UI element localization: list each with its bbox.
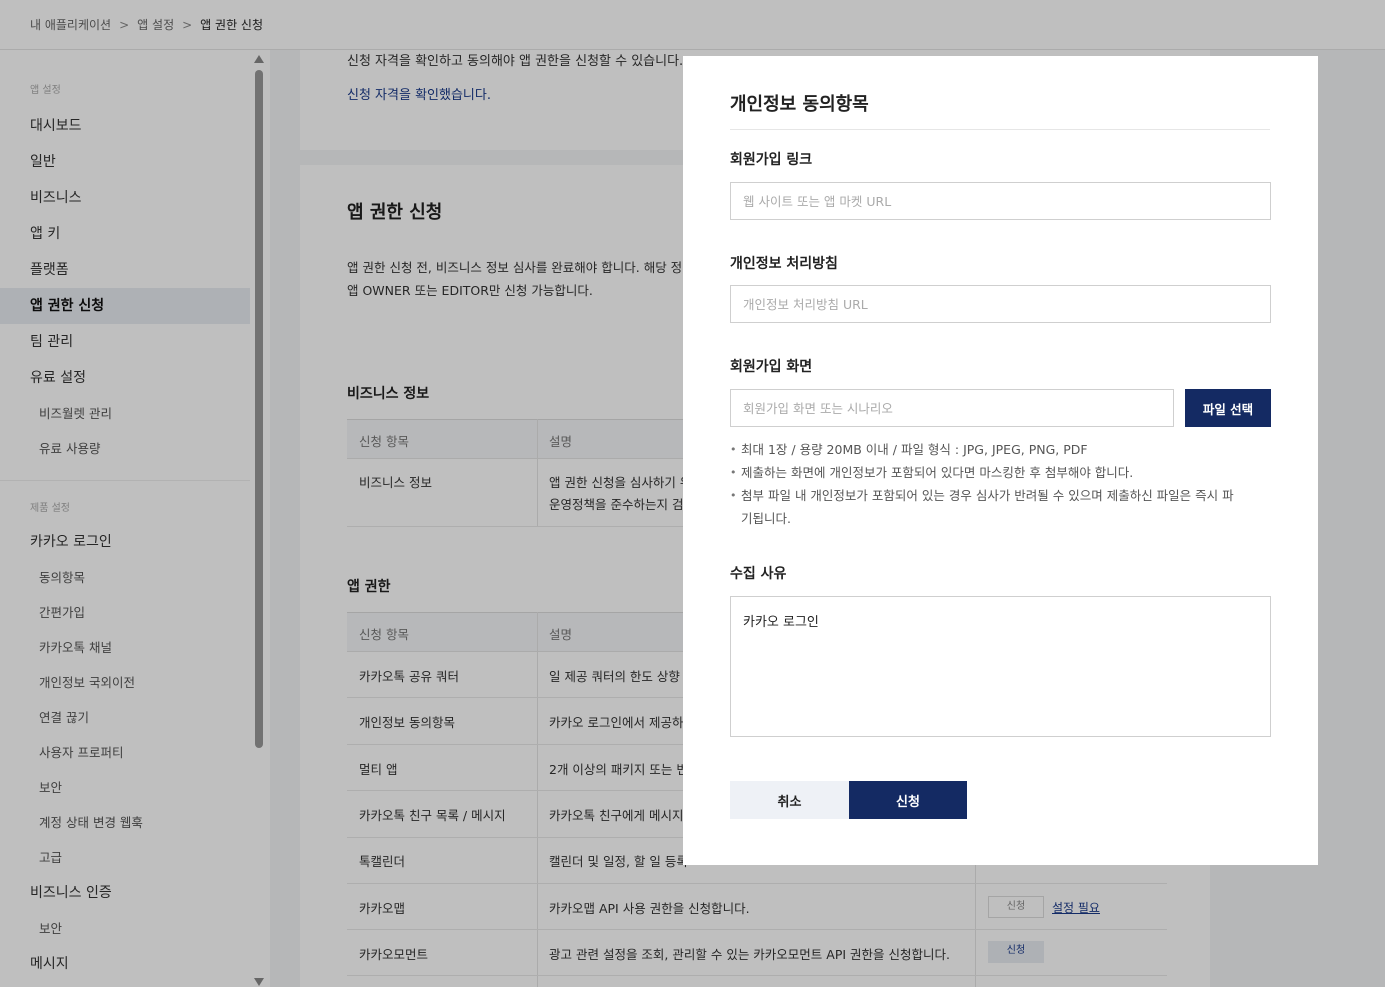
modal-divider — [730, 129, 1270, 130]
reason-textarea[interactable]: 카카오 로그인 — [730, 596, 1271, 737]
file-note: 첨부 파일 내 개인정보가 포함되어 있는 경우 심사가 반려될 수 있으며 제… — [730, 484, 1240, 530]
privacy-policy-input[interactable] — [730, 285, 1271, 323]
signup-link-input[interactable] — [730, 182, 1271, 220]
privacy-policy-label: 개인정보 처리방침 — [730, 256, 838, 272]
file-select-button[interactable]: 파일 선택 — [1185, 389, 1271, 427]
file-note: 제출하는 화면에 개인정보가 포함되어 있다면 마스킹한 후 첨부해야 합니다. — [730, 461, 1240, 484]
signup-link-label: 회원가입 링크 — [730, 152, 813, 168]
reason-label: 수집 사유 — [730, 566, 787, 582]
submit-button[interactable]: 신청 — [849, 781, 967, 819]
signup-screen-input[interactable] — [730, 389, 1174, 427]
signup-screen-label: 회원가입 화면 — [730, 359, 813, 375]
file-note: 최대 1장 / 용량 20MB 이내 / 파일 형식 : JPG, JPEG, … — [730, 438, 1240, 461]
modal-title: 개인정보 동의항목 — [730, 94, 869, 115]
privacy-consent-modal: 개인정보 동의항목 회원가입 링크 개인정보 처리방침 회원가입 화면 파일 선… — [683, 56, 1318, 865]
cancel-button[interactable]: 취소 — [730, 781, 849, 819]
file-notes: 최대 1장 / 용량 20MB 이내 / 파일 형식 : JPG, JPEG, … — [730, 438, 1240, 530]
